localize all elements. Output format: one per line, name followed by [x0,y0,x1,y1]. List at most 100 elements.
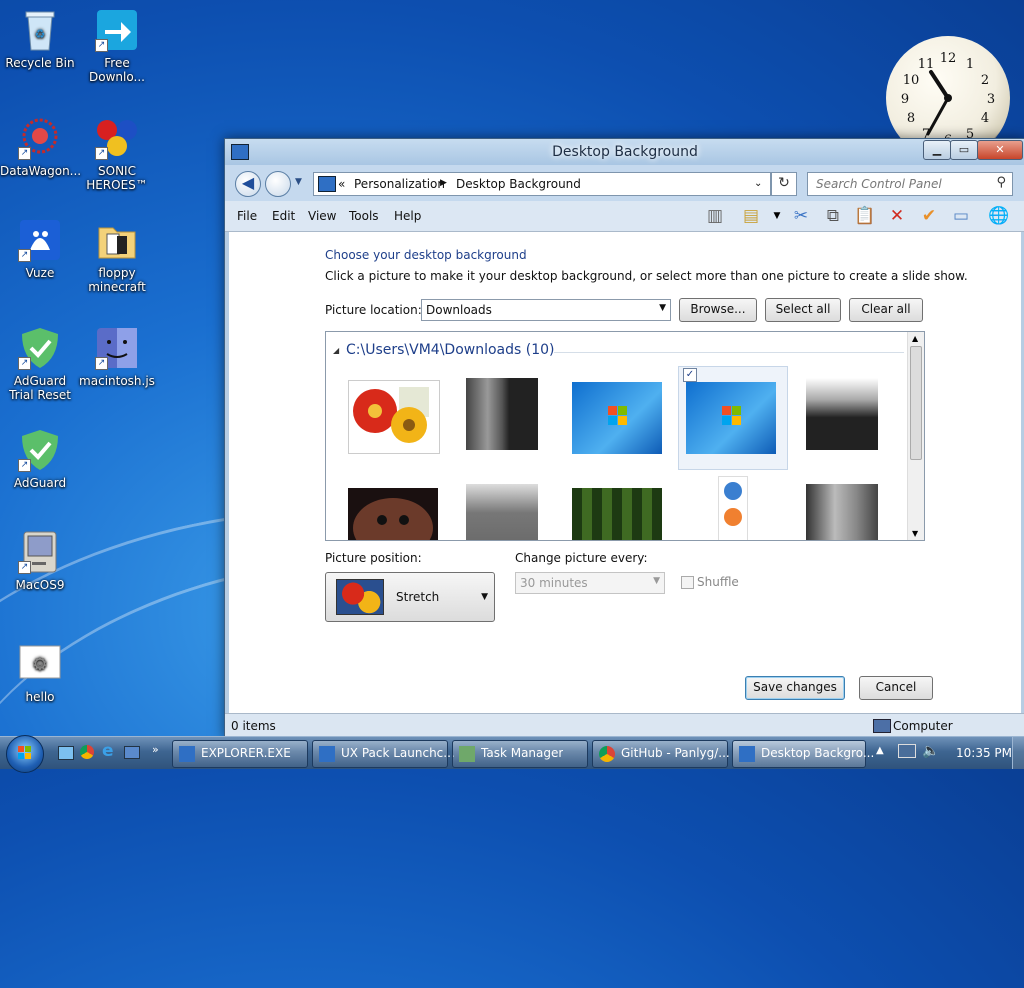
desktop-icon-adguard[interactable]: ↗ AdGuard [0,428,80,490]
picture-thumbnail-selected[interactable] [686,382,776,454]
paste-icon[interactable]: 📋 [853,205,877,227]
clock-numeral: 12 [940,51,957,66]
desktop-icon-hello[interactable]: ⚙ hello [0,642,80,704]
folder-group-header[interactable]: C:\Users\VM4\Downloads (10) [346,342,554,358]
internet-explorer-icon[interactable]: e [102,741,114,761]
maximize-button[interactable]: ▭ [950,140,978,160]
select-all-button[interactable]: Select all [765,298,841,322]
scroll-thumb[interactable] [910,346,922,460]
layout-pane-icon[interactable]: ▥ [703,205,727,227]
change-picture-interval-select[interactable]: 30 minutes ▼ [515,572,665,594]
picture-thumbnail[interactable] [572,488,662,540]
volume-muted-icon[interactable]: 🔈 [922,743,939,759]
show-desktop-icon[interactable] [58,746,74,760]
start-button[interactable] [6,735,44,773]
views-dropdown-icon[interactable]: ▼ [765,205,789,227]
desktop-icon-macintosh-js[interactable]: ↗ macintosh.js [77,326,157,388]
computer-icon[interactable] [124,746,140,759]
address-overflow-prefix[interactable]: « [338,177,345,191]
clock-time[interactable]: 10:35 PM [956,746,1012,760]
network-icon[interactable] [898,744,916,758]
taskbar-item-desktop-background[interactable]: Desktop Backgro... [732,740,874,768]
picture-position-select[interactable]: Stretch ▼ [325,572,495,622]
picture-thumbnail[interactable] [572,382,662,454]
delete-icon[interactable]: ✕ [885,205,909,227]
menu-file[interactable]: File [237,209,257,223]
browse-button[interactable]: Browse... [679,298,757,322]
desktop-icon-recycle-bin[interactable]: ♻ Recycle Bin [0,8,80,70]
recent-pages-chevron-icon[interactable]: ▼ [295,177,302,187]
desktop-icon-adguard-trial-reset[interactable]: ↗ AdGuard Trial Reset [0,326,80,402]
scroll-up-icon[interactable]: ▲ [912,334,918,343]
save-changes-button[interactable]: Save changes [745,676,845,700]
picture-thumbnail[interactable] [718,476,748,540]
picture-thumbnail[interactable] [806,484,878,540]
close-button[interactable]: ✕ [977,140,1023,160]
address-bar[interactable]: « Personalization ▶ Desktop Background ⌄ [313,172,771,196]
taskbar-item-github[interactable]: GitHub - Panlyg/... [592,740,730,768]
position-preview-icon [336,579,384,615]
properties-check-icon[interactable]: ✔ [917,205,941,227]
picture-thumbnail[interactable] [466,484,538,540]
thumbnail-checkbox[interactable]: ✓ [683,368,697,382]
back-button[interactable]: ◀ [235,171,261,197]
cut-icon[interactable]: ✂ [789,205,813,227]
cancel-button[interactable]: Cancel [859,676,933,700]
search-input[interactable]: Search Control Panel ⚲ [807,172,1013,196]
breadcrumb-separator-icon[interactable]: ▶ [440,178,447,188]
taskbar-item-task-manager[interactable]: Task Manager [452,740,588,768]
clock-numeral: 8 [907,111,915,126]
clock-numeral: 9 [901,92,909,107]
clear-all-button[interactable]: Clear all [849,298,923,322]
picture-thumbnail[interactable] [348,380,440,454]
taskbar-item-ux-pack[interactable]: UX Pack Launchc... [312,740,455,768]
desktop-icon-datawagon[interactable]: ↗ DataWagon... [0,116,81,178]
quick-launch-chevron-icon[interactable]: » [152,743,159,756]
gallery-scrollbar[interactable]: ▲ ▼ [907,332,924,540]
desktop-icon-free-download[interactable]: ↗ Free Downlo... [77,8,157,84]
desktop-icon-sonic-heroes[interactable]: ↗ SONIC HEROES™ [77,116,157,192]
menu-view[interactable]: View [308,209,336,223]
copy-icon[interactable]: ⧉ [821,205,845,227]
shuffle-checkbox[interactable] [681,576,694,589]
macintosh-face-icon: ↗ [95,326,139,370]
menu-tools[interactable]: Tools [349,209,379,223]
datawagon-icon: ↗ [18,116,62,160]
window-titlebar[interactable]: Desktop Background ▁ ▭ ✕ [225,139,1024,165]
control-panel-icon [739,746,755,762]
address-dropdown-icon[interactable]: ⌄ [754,178,762,189]
picture-thumbnail[interactable] [348,488,438,540]
scroll-down-icon[interactable]: ▼ [912,529,918,538]
picture-position-label: Picture position: [325,551,422,565]
group-divider [554,352,904,353]
item-count: 0 items [231,719,276,733]
breadcrumb-personalization[interactable]: Personalization [354,177,445,191]
views-icon[interactable]: ▤ [739,205,763,227]
picture-thumbnail[interactable] [806,378,878,450]
breadcrumb-desktop-background[interactable]: Desktop Background [456,177,581,191]
tray-overflow-icon[interactable]: ▲ [876,745,884,756]
menu-help[interactable]: Help [394,209,421,223]
taskbar-item-explorer[interactable]: EXPLORER.EXE [172,740,308,768]
desktop-background-window: Desktop Background ▁ ▭ ✕ ◀ ▼ « Personali… [224,138,1024,738]
desktop-icon-label: floppy minecraft [88,266,146,294]
address-toolbar: ◀ ▼ « Personalization ▶ Desktop Backgrou… [225,165,1024,201]
chrome-icon[interactable] [80,745,94,759]
picture-location-select[interactable]: Downloads ▼ [421,299,671,321]
picture-thumbnail[interactable] [466,378,538,450]
rename-icon[interactable]: ▭ [949,205,973,227]
desktop-icon-vuze[interactable]: ↗ Vuze [0,218,80,280]
control-panel-icon [318,176,336,192]
globe-icon[interactable]: 🌐 [987,205,1011,227]
show-desktop-button[interactable] [1012,737,1024,769]
desktop-icon-label: Free Downlo... [89,56,145,84]
minimize-button[interactable]: ▁ [923,140,951,160]
refresh-button[interactable]: ↻ [771,172,797,196]
shortcut-arrow-icon: ↗ [18,459,31,472]
refresh-icon: ↻ [778,175,790,191]
desktop-icon-macos9[interactable]: ↗ MacOS9 [0,530,80,592]
forward-button[interactable] [265,171,291,197]
desktop-icon-floppy-minecraft[interactable]: floppy minecraft [77,218,157,294]
menu-edit[interactable]: Edit [272,209,295,223]
collapse-group-icon[interactable]: ◢ [333,346,339,355]
